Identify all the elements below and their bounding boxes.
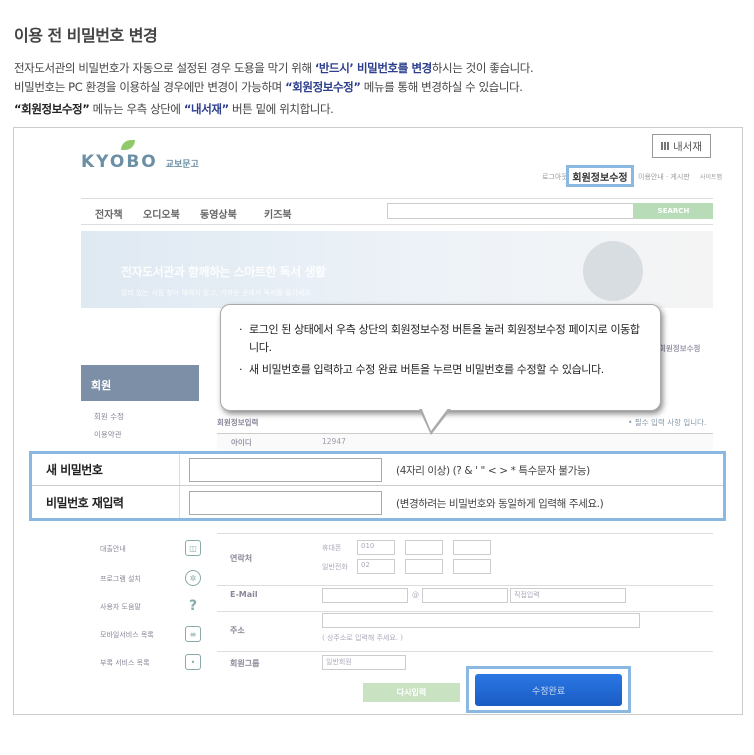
email-id-input[interactable] <box>322 588 408 603</box>
tooltip-item-1: 로그인 된 상태에서 우측 상단의 회원정보수정 버튼을 눌러 회원정보수정 페… <box>239 321 642 357</box>
address-hint: ( 상주소로 입력해 주세요. ) <box>322 634 403 642</box>
my-library-label: 내서재 <box>673 140 702 153</box>
lnb-item-terms[interactable]: 이용약관 <box>94 429 122 440</box>
phone-label: 연락처 <box>230 554 253 563</box>
util-sitemap[interactable]: 사이트맵 <box>700 172 722 181</box>
mobile-label: 휴대폰 <box>322 544 342 552</box>
new-password-label: 새 비밀번호 <box>46 463 103 477</box>
new-password-input[interactable] <box>189 458 382 482</box>
tooltip-item-2: 새 비밀번호를 입력하고 수정 완료 버튼을 누르면 비밀번호를 수정할 수 있… <box>239 361 642 379</box>
tooltip-tail-fill <box>421 407 449 431</box>
line3-text: 메뉴는 우측 상단에 <box>89 102 184 116</box>
line1-text: 전자도서관의 비밀번호가 자동으로 설정된 경우 도용을 막기 위해 <box>14 61 315 75</box>
banner-subtext: 멀리 있는 서점 찾아 헤매지 말고, 가까운 곳에서 독서를 즐기세요. <box>121 289 313 297</box>
screenshot-frame: KYOBO 교보문고 내서재 로그아웃 회원정보수정 이용안내 · 게시판 사이… <box>13 127 743 715</box>
search-button[interactable]: SEARCH <box>634 203 713 219</box>
tooltip-list: 로그인 된 상태에서 우측 상단의 회원정보수정 버튼을 눌러 회원정보수정 페… <box>221 305 660 379</box>
email-domain-select[interactable]: 직접입력 <box>510 588 626 603</box>
logo-text: KYOBO <box>81 152 158 172</box>
submit-button-highlight: 수정완료 <box>466 666 631 713</box>
util-info[interactable]: 이용안내 · 게시판 <box>638 172 690 182</box>
password-form-highlight: 새 비밀번호 (4자리 이상) (? & ' " < > * 특수문자 불가능)… <box>29 451 726 521</box>
confirm-password-hint: (변경하려는 비밀번호와 동일하게 입력해 주세요.) <box>396 498 604 510</box>
section-title: 회원정보입력 <box>217 418 259 427</box>
home-prefix-select[interactable]: 02 <box>357 559 395 574</box>
box-icon: • <box>185 654 201 670</box>
home-last-input[interactable] <box>453 559 491 574</box>
lnb-item-edit[interactable]: 회원 수정 <box>94 411 124 422</box>
line3-text-end: 버튼 밑에 위치합니다. <box>228 102 334 116</box>
confirm-password-row: 비밀번호 재입력 (변경하려는 비밀번호와 동일하게 입력해 주세요.) <box>32 487 723 519</box>
line2-text: 비밀번호는 PC 환경을 이용하실 경우에만 변경이 가능하며 <box>14 80 286 94</box>
intro-line-1: 전자도서관의 비밀번호가 자동으로 설정된 경우 도용을 막기 위해 ‘반드시’… <box>14 60 534 76</box>
group-select[interactable]: 일반회원 <box>322 655 406 670</box>
home-mid-input[interactable] <box>405 559 443 574</box>
side-item-loan[interactable]: 대출안내 <box>100 544 126 554</box>
gnb-kidsbook[interactable]: 키즈북 <box>264 206 292 221</box>
side-item-install[interactable]: 프로그램 설치 <box>100 574 141 584</box>
help-icon: ? <box>188 598 198 614</box>
email-domain-input[interactable] <box>422 588 508 603</box>
member-edit-highlight[interactable]: 회원정보수정 <box>566 165 634 187</box>
line2-text-end: 메뉴를 통해 변경하실 수 있습니다. <box>360 80 523 94</box>
submit-button[interactable]: 수정완료 <box>475 674 622 706</box>
required-note: • 필수 입력 사항 입니다. <box>628 418 707 427</box>
line1-text-end: 하시는 것이 좋습니다. <box>431 61 534 75</box>
mobile-last-input[interactable] <box>453 540 491 555</box>
email-label: E-Mail <box>230 590 258 599</box>
intro-line-2: 비밀번호는 PC 환경을 이용하실 경우에만 변경이 가능하며 “회원정보수정”… <box>14 79 523 95</box>
side-item-extra[interactable]: 부록 서비스 목록 <box>100 658 150 668</box>
page-title: 이용 전 비밀번호 변경 <box>14 26 158 45</box>
breadcrumb: 회원정보수정 <box>659 344 701 353</box>
banner-headline: 전자도서관과 함께하는 스마트한 독서 생활 <box>121 265 326 279</box>
reset-button[interactable]: 다시입력 <box>363 683 460 702</box>
confirm-password-input[interactable] <box>189 491 382 515</box>
gnb-videobook[interactable]: 동영상북 <box>200 206 237 221</box>
kyobo-logo[interactable]: KYOBO 교보문고 <box>81 152 199 172</box>
id-value: 12947 <box>322 437 346 446</box>
util-logout[interactable]: 로그아웃 <box>542 172 568 182</box>
home-label: 일반전화 <box>322 563 348 571</box>
side-item-mobile[interactable]: 모바일서비스 목록 <box>100 630 154 640</box>
new-password-row: 새 비밀번호 (4자리 이상) (? & ' " < > * 특수문자 불가능) <box>32 454 723 486</box>
lnb-header: 회원 <box>81 365 199 401</box>
confirm-password-label: 비밀번호 재입력 <box>46 496 124 510</box>
gear-icon: ✲ <box>185 570 201 586</box>
new-password-hint: (4자리 이상) (? & ' " < > * 특수문자 불가능) <box>396 465 590 477</box>
guide-tooltip: 로그인 된 상태에서 우측 상단의 회원정보수정 버튼을 눌러 회원정보수정 페… <box>220 304 661 435</box>
banner-tree-image <box>583 241 643 301</box>
my-library-button[interactable]: 내서재 <box>652 134 711 158</box>
side-item-help[interactable]: 사용자 도움말 <box>100 602 141 612</box>
address-input[interactable] <box>322 613 640 628</box>
mobile-mid-input[interactable] <box>405 540 443 555</box>
line1-bold: ‘반드시’ 비밀번호를 변경 <box>314 61 432 75</box>
group-row <box>217 651 713 675</box>
logo-sub: 교보문고 <box>165 160 199 170</box>
line3-bold-1: “회원정보수정” <box>14 102 90 116</box>
line2-bold: “회원정보수정” <box>285 80 361 94</box>
group-label: 회원그룹 <box>230 659 260 668</box>
gnb-ebook[interactable]: 전자책 <box>95 206 123 221</box>
intro-line-3: “회원정보수정” 메뉴는 우측 상단에 “내서재” 버튼 밑에 위치합니다. <box>14 101 334 117</box>
address-label: 주소 <box>230 626 245 635</box>
id-row: 아이디 12947 <box>217 433 713 450</box>
line3-bold-2: “내서재” <box>183 102 229 116</box>
id-label: 아이디 <box>231 438 252 447</box>
logo-leaf-icon <box>121 140 135 150</box>
at-sign: @ <box>412 591 419 599</box>
main-banner: 전자도서관과 함께하는 스마트한 독서 생활 멀리 있는 서점 찾아 헤매지 말… <box>81 231 713 308</box>
library-icon <box>661 142 669 150</box>
search-input[interactable] <box>387 203 634 219</box>
mobile-icon: ≡ <box>185 626 201 642</box>
gnb-audiobook[interactable]: 오디오북 <box>143 206 180 221</box>
member-edit-label: 회원정보수정 <box>572 172 628 184</box>
book-icon: ◫ <box>185 540 201 556</box>
mobile-prefix-select[interactable]: 010 <box>357 540 395 555</box>
